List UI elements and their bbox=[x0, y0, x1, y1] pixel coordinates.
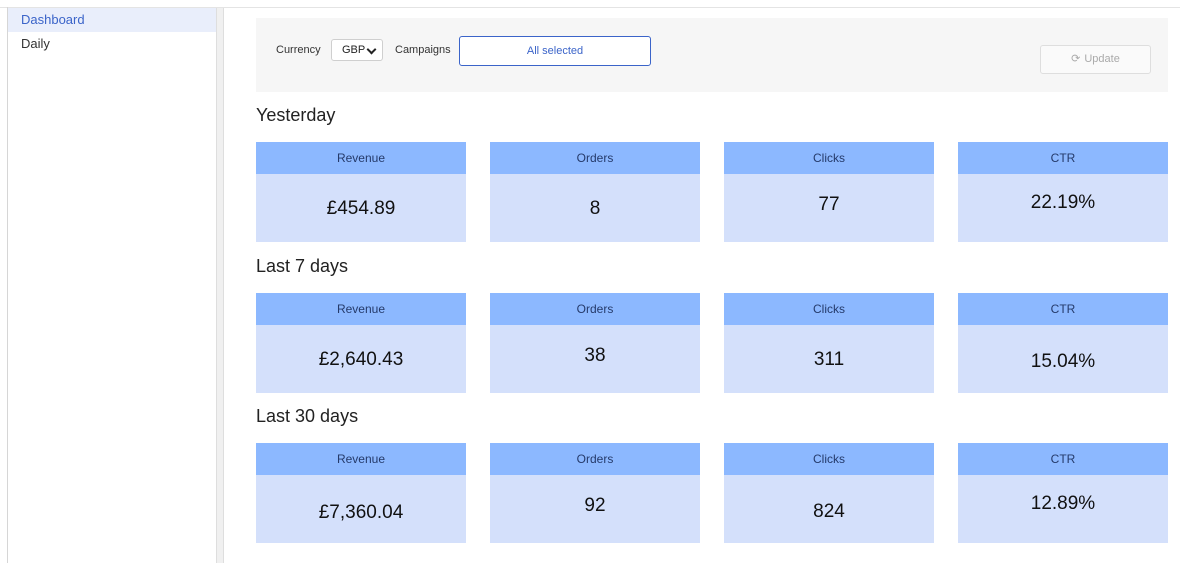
filter-bar: Currency GBP Campaigns All selected ⟳ Upd… bbox=[256, 18, 1168, 92]
section-title-yesterday: Yesterday bbox=[256, 105, 336, 125]
card-label: Clicks bbox=[724, 293, 934, 325]
card-label: Revenue bbox=[256, 293, 466, 325]
card-label: CTR bbox=[958, 293, 1168, 325]
campaigns-select-button[interactable]: All selected bbox=[459, 36, 651, 66]
card-value-box: 38 bbox=[490, 325, 700, 393]
card-yesterday-revenue: Revenue £454.89 bbox=[256, 142, 466, 242]
card-label: Revenue bbox=[256, 142, 466, 174]
card-label: Clicks bbox=[724, 443, 934, 475]
card-label: Orders bbox=[490, 142, 700, 174]
sidebar-resize-handle[interactable] bbox=[216, 8, 224, 563]
card-label: Orders bbox=[490, 293, 700, 325]
card-value-box: 311 bbox=[724, 325, 934, 393]
card-value-box: £454.89 bbox=[256, 174, 466, 242]
update-button[interactable]: ⟳ Update bbox=[1040, 45, 1151, 74]
card-7d-clicks: Clicks 311 bbox=[724, 293, 934, 393]
update-label: Update bbox=[1084, 53, 1120, 65]
card-value: 824 bbox=[813, 501, 845, 522]
card-value: £7,360.04 bbox=[318, 502, 404, 523]
card-yesterday-ctr: CTR 22.19% bbox=[958, 142, 1168, 242]
sidebar-item-daily[interactable]: Daily bbox=[8, 32, 216, 56]
card-yesterday-orders: Orders 8 bbox=[490, 142, 700, 242]
card-label: CTR bbox=[958, 142, 1168, 174]
card-value: 311 bbox=[813, 349, 845, 370]
card-value: 12.89% bbox=[1030, 493, 1096, 514]
sidebar: Dashboard Daily bbox=[8, 8, 216, 563]
card-value: £2,640.43 bbox=[318, 349, 404, 370]
card-7d-orders: Orders 38 bbox=[490, 293, 700, 393]
chevron-down-icon bbox=[366, 44, 377, 55]
card-30d-clicks: Clicks 824 bbox=[724, 443, 934, 543]
card-label: Revenue bbox=[256, 443, 466, 475]
card-value-box: 77 bbox=[724, 174, 934, 242]
section-title-last-30-days: Last 30 days bbox=[256, 406, 359, 426]
sidebar-item-dashboard[interactable]: Dashboard bbox=[8, 8, 216, 32]
card-value: 22.19% bbox=[1030, 192, 1096, 213]
card-value-box: £2,640.43 bbox=[256, 325, 466, 393]
card-value-box: 824 bbox=[724, 475, 934, 543]
campaigns-label: Campaigns bbox=[395, 44, 451, 56]
refresh-icon: ⟳ bbox=[1071, 53, 1081, 65]
card-value-box: 92 bbox=[490, 475, 700, 543]
card-value: 92 bbox=[584, 495, 606, 516]
card-30d-orders: Orders 92 bbox=[490, 443, 700, 543]
card-30d-ctr: CTR 12.89% bbox=[958, 443, 1168, 543]
currency-select[interactable]: GBP bbox=[331, 39, 383, 61]
card-yesterday-clicks: Clicks 77 bbox=[724, 142, 934, 242]
section-title-last-7-days: Last 7 days bbox=[256, 256, 349, 276]
card-7d-ctr: CTR 15.04% bbox=[958, 293, 1168, 393]
card-value-box: 22.19% bbox=[958, 174, 1168, 242]
card-value: 77 bbox=[818, 194, 840, 215]
card-value: 8 bbox=[589, 198, 601, 219]
card-label: Clicks bbox=[724, 142, 934, 174]
card-7d-revenue: Revenue £2,640.43 bbox=[256, 293, 466, 393]
card-label: CTR bbox=[958, 443, 1168, 475]
card-value-box: 15.04% bbox=[958, 325, 1168, 393]
card-label: Orders bbox=[490, 443, 700, 475]
card-30d-revenue: Revenue £7,360.04 bbox=[256, 443, 466, 543]
currency-label: Currency bbox=[276, 44, 321, 56]
card-value-box: 8 bbox=[490, 174, 700, 242]
card-value: £454.89 bbox=[326, 198, 396, 219]
card-value: 38 bbox=[584, 345, 606, 366]
card-value-box: 12.89% bbox=[958, 475, 1168, 543]
card-value-box: £7,360.04 bbox=[256, 475, 466, 543]
card-value: 15.04% bbox=[1030, 351, 1096, 372]
currency-value: GBP bbox=[342, 44, 366, 56]
